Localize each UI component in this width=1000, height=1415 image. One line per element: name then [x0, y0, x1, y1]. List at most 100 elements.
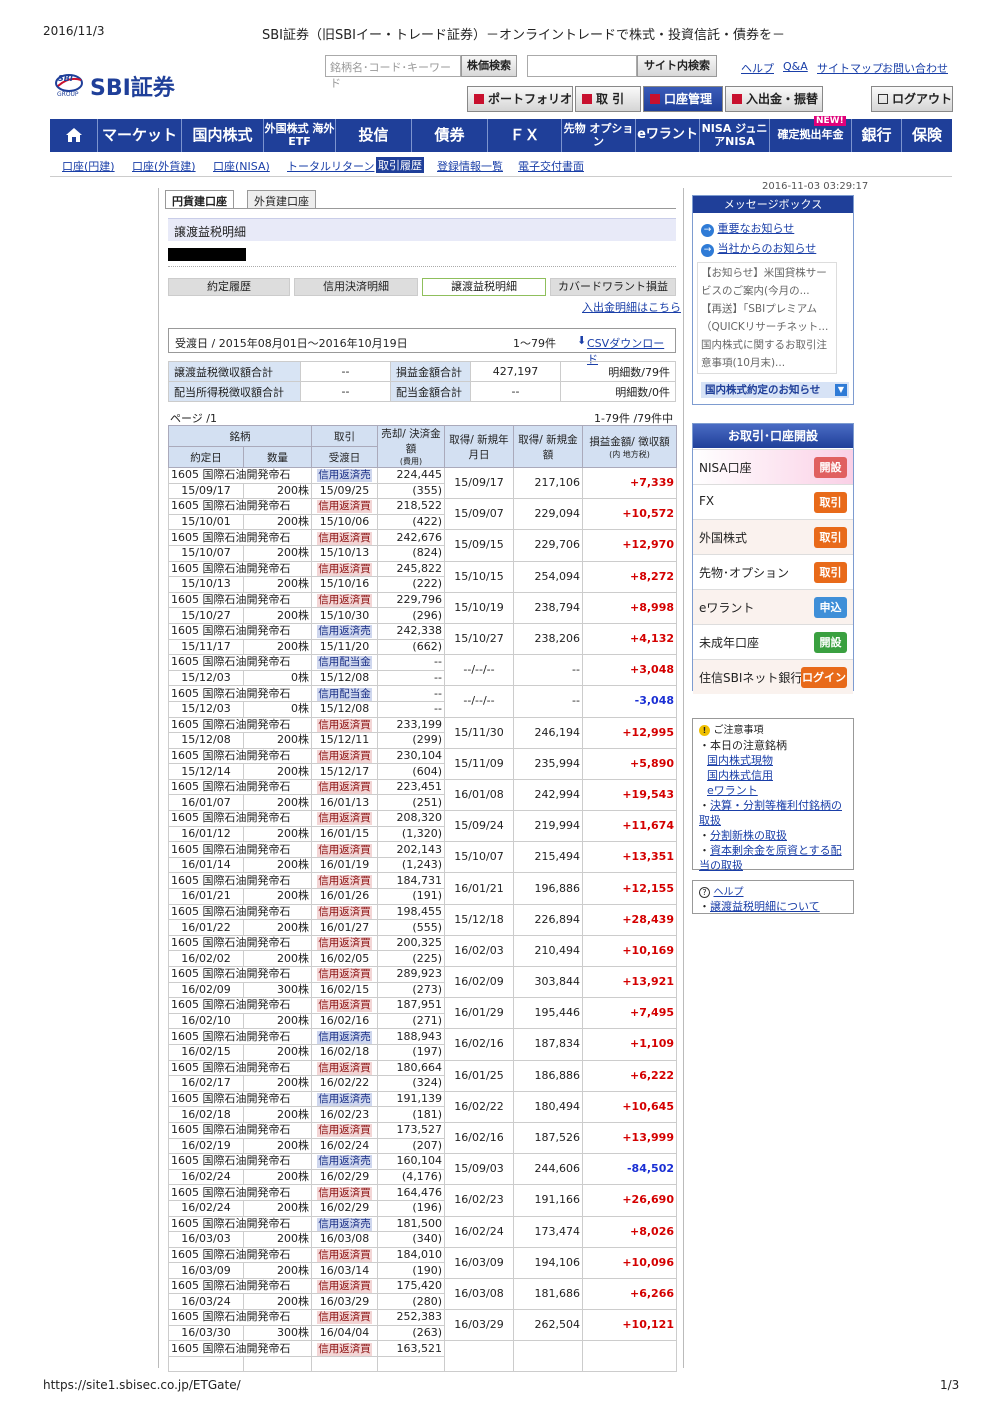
account-item-button[interactable]: 開設 — [814, 632, 847, 653]
nav-bank[interactable]: 銀行 — [852, 119, 902, 152]
qa-link[interactable]: Q&A — [783, 60, 808, 73]
subnav-total-return[interactable]: トータルリターン — [287, 158, 374, 174]
execution-history-button[interactable]: 約定履歴 — [168, 278, 290, 296]
notice-link-ewarrant[interactable]: eワラント — [699, 783, 847, 798]
news-item[interactable]: 【お知らせ】米国貸株サービスのご案内(今月の... — [701, 264, 833, 300]
cell-amount: 198,455 — [377, 903, 445, 921]
nav-market[interactable]: マーケット — [98, 119, 182, 152]
tab-foreign-account[interactable]: 外貨建口座 — [247, 190, 316, 208]
help-title[interactable]: ヘルプ — [714, 887, 744, 898]
account-item-button[interactable]: 取引 — [814, 492, 847, 513]
notice-link-rights[interactable]: 決算・分割等権利付銘柄の取扱 — [699, 799, 842, 827]
period-text: 受渡日 / 2015年08月01日～2016年10月19日 — [175, 337, 408, 350]
company-notice-link[interactable]: 当社からのお知らせ — [718, 242, 817, 255]
tax-detail-table: 銘柄 取引 売却/ 決済金額 (費用) 取得/ 新規年月日 取得/ 新規金額 損益… — [168, 425, 677, 1373]
cell-settle: 15/12/08 — [311, 669, 378, 687]
account-item-button[interactable]: 開設 — [814, 457, 847, 478]
nav-nisa[interactable]: NISA ジュニアNISA — [700, 119, 770, 152]
subnav-foreign[interactable]: 口座(外貨建) — [132, 158, 196, 174]
trade-button[interactable]: 取 引 — [575, 86, 641, 112]
cell-date: 16/02/10 — [168, 1012, 244, 1030]
capital-gains-tax-button[interactable]: 譲渡益税明細 — [422, 278, 546, 296]
notice-link-spot[interactable]: 国内株式現物 — [699, 753, 847, 768]
account-item[interactable]: 外国株式 取引 — [693, 519, 853, 554]
help-link[interactable]: ヘルプ — [741, 60, 774, 76]
account-item[interactable]: 未成年口座 開設 — [693, 624, 853, 659]
covered-warrant-button[interactable]: カバードワラント損益 — [550, 278, 676, 296]
cell-name: 1605 国際石油開発帝石 — [168, 1309, 312, 1326]
site-search-button[interactable]: サイト内検索 — [637, 55, 717, 77]
news-item[interactable]: 【再送】「SBIプレミアム（QUICKリサーチネット... — [701, 300, 833, 336]
nav-insurance[interactable]: 保険 — [902, 119, 952, 152]
cell-acq-date: 16/03/29 — [444, 1309, 514, 1342]
portfolio-button[interactable]: ポートフォリオ — [467, 86, 573, 112]
cell-settle: 16/03/29 — [311, 1293, 378, 1311]
cell-acq-date: 15/09/07 — [444, 498, 514, 531]
account-item-button[interactable]: ログイン — [801, 667, 847, 688]
deposit-transfer-button[interactable]: 入出金・振替 — [725, 86, 823, 112]
account-management-button[interactable]: 口座管理 — [643, 86, 723, 112]
nav-investment-trust[interactable]: 投信 — [336, 119, 412, 152]
tab-yen-account[interactable]: 円貨建口座 — [165, 190, 234, 208]
cell-acq-date: 16/01/21 — [444, 872, 514, 905]
new-badge: NEW! — [814, 116, 846, 126]
cell-profit-loss: +8,026 — [582, 1215, 677, 1248]
table-row: 1605 国際石油開発帝石 信用返済買 184,731 16/01/21 196,886… — [168, 872, 677, 905]
nav-fx[interactable]: ＦＸ — [488, 119, 562, 152]
deposit-history-link[interactable]: 入出金明細はこちら — [582, 299, 681, 315]
contact-link[interactable]: お問い合わせ — [882, 60, 948, 76]
news-item[interactable]: 国内株式に関するお取引注意事項(10月末)... — [701, 336, 833, 372]
notice-link-split[interactable]: 分割新株の取扱 — [710, 829, 787, 842]
account-item-button[interactable]: 取引 — [814, 562, 847, 583]
site-search-input[interactable] — [527, 55, 637, 77]
help-link-tax[interactable]: 譲渡益税明細について — [710, 900, 820, 913]
cell-name: 1605 国際石油開発帝石 — [168, 872, 312, 890]
logo-group: GROUP — [57, 91, 79, 98]
account-item[interactable]: eワラント 申込 — [693, 589, 853, 624]
cell-profit-loss: +10,121 — [582, 1309, 677, 1342]
cell-name: 1605 国際石油開発帝石 — [168, 591, 312, 609]
cell-qty: 0株 — [243, 700, 312, 718]
nav-ewarrant[interactable]: eワラント — [636, 119, 700, 152]
cell-settle: 15/12/11 — [311, 732, 378, 749]
account-item[interactable]: 先物･オプション 取引 — [693, 554, 853, 589]
cell-amount: 164,476 — [377, 1184, 445, 1201]
cell-profit-loss — [582, 1340, 677, 1373]
account-item[interactable]: 住信SBIネット銀行 ログイン — [693, 659, 853, 694]
account-item[interactable]: NISA口座 開設 — [693, 449, 853, 484]
cell-type: 信用返済買 — [311, 560, 378, 578]
stock-search-button[interactable]: 株価検索 — [461, 55, 517, 77]
margin-settlement-button[interactable]: 信用決済明細 — [294, 278, 418, 296]
execution-notice-bar[interactable]: 国内株式約定のお知らせ ▼ — [701, 382, 849, 398]
subnav-e-delivery[interactable]: 電子交付書面 — [518, 158, 584, 174]
logout-button[interactable]: ログアウト — [871, 86, 953, 112]
home-icon[interactable] — [50, 119, 98, 152]
table-row: 1605 国際石油開発帝石 信用返済買 218,522 15/09/07 229,094… — [168, 498, 677, 531]
cell-acq-amount: 244,606 — [513, 1153, 583, 1186]
stock-search-input[interactable]: 銘柄名･コード･キーワード — [325, 55, 461, 90]
subnav-nisa[interactable]: 口座(NISA) — [213, 158, 270, 174]
cell-name: 1605 国際石油開発帝石 — [168, 810, 312, 827]
nav-domestic-stock[interactable]: 国内株式 — [182, 119, 264, 152]
subnav-yen[interactable]: 口座(円建) — [62, 158, 115, 174]
logo-text[interactable]: SBI証券 — [90, 70, 175, 102]
account-item[interactable]: FX 取引 — [693, 484, 853, 519]
table-row: 1605 国際石油開発帝石 信用返済買 173,527 16/02/16 187,526… — [168, 1121, 677, 1155]
nav-futures-options[interactable]: 先物 オプション — [562, 119, 636, 152]
subnav-history[interactable]: 取引履歴 — [376, 157, 424, 173]
nav-bond[interactable]: 債券 — [412, 119, 488, 152]
subnav-registration[interactable]: 登録情報一覧 — [437, 158, 503, 174]
notice-link-margin[interactable]: 国内株式信用 — [699, 768, 847, 783]
cell-settle: 16/01/13 — [311, 794, 378, 812]
cell-type: 信用返済買 — [311, 778, 378, 796]
account-item-button[interactable]: 取引 — [814, 527, 847, 548]
notice-link-capital[interactable]: 資本剰余金を原資とする配当の取扱 — [699, 844, 842, 872]
account-item-label: NISA口座 — [699, 461, 752, 475]
nav-foreign-stock[interactable]: 外国株式 海外ETF — [264, 119, 336, 152]
cell-date: 16/03/03 — [168, 1231, 244, 1248]
summary-cell: 427,197 — [470, 361, 561, 382]
print-url: https://site1.sbisec.co.jp/ETGate/ — [43, 1378, 241, 1392]
sitemap-link[interactable]: サイトマップ — [817, 60, 883, 76]
account-item-button[interactable]: 申込 — [814, 597, 847, 618]
important-notice-link[interactable]: 重要なお知らせ — [718, 222, 795, 235]
